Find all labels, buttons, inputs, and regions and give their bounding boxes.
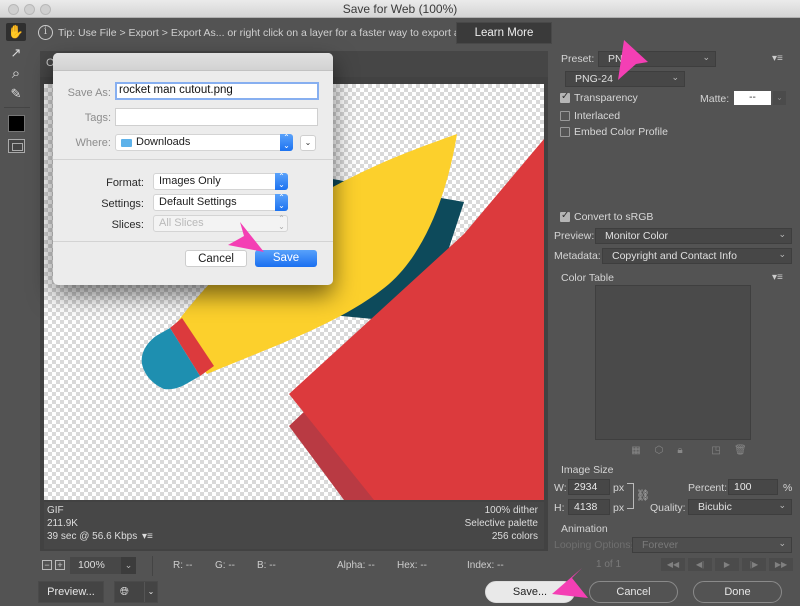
annotation-arrows	[228, 40, 648, 598]
arrow-to-preset	[618, 40, 648, 80]
arrow-to-save-button	[552, 568, 588, 598]
arrow-to-dialog-save	[228, 222, 264, 252]
